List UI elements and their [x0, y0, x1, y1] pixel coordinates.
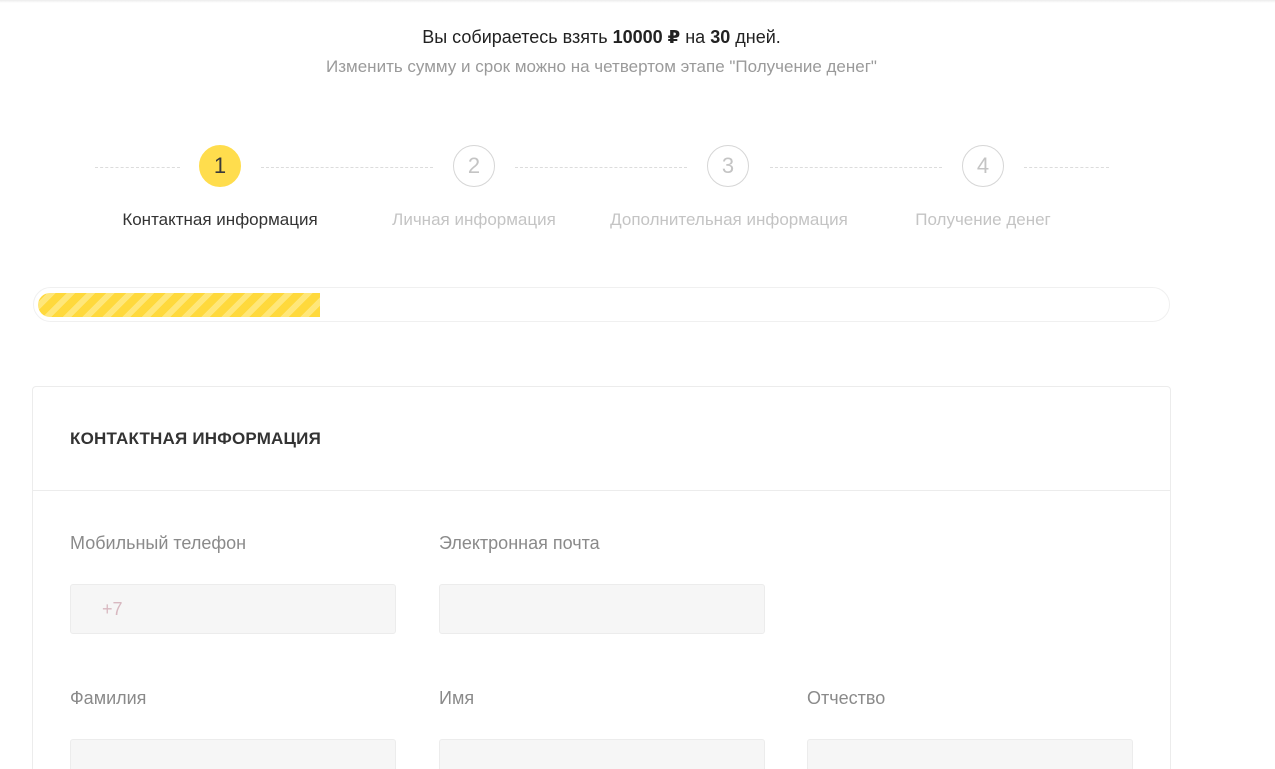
step-1-label: Контактная информация — [122, 210, 318, 229]
step-2-label: Личная информация — [392, 210, 556, 229]
step-4-circle: 4 — [962, 145, 1004, 187]
loan-amount: 10000 ₽ — [612, 27, 681, 47]
last-name-field[interactable] — [70, 739, 396, 769]
step-2-circle: 2 — [453, 145, 495, 187]
stepper-dash — [95, 167, 180, 168]
stepper-dash — [515, 167, 687, 168]
summary-suffix: дней. — [735, 27, 781, 47]
stepper-dash — [770, 167, 942, 168]
page: Вы собираетесь взять 10000 ₽ на 30 дней.… — [0, 0, 1275, 769]
middle-name-field[interactable] — [807, 739, 1133, 769]
first-name-label: Имя — [439, 688, 475, 708]
step-4-label: Получение денег — [915, 210, 1051, 229]
loan-summary: Вы собираетесь взять 10000 ₽ на 30 дней. — [0, 24, 1203, 50]
stepper: 1 2 3 4 Контактная информация Личная инф… — [0, 140, 1275, 250]
stepper-dash — [261, 167, 433, 168]
step-1-circle: 1 — [199, 145, 241, 187]
email-label: Электронная почта — [439, 533, 600, 553]
email-field[interactable] — [439, 584, 765, 634]
middle-name-label: Отчество — [807, 688, 886, 708]
last-name-label: Фамилия — [70, 688, 147, 708]
change-terms-hint: Изменить сумму и срок можно на четвертом… — [326, 57, 877, 76]
phone-label: Мобильный телефон — [70, 533, 247, 553]
progress-bar-fill — [38, 293, 320, 317]
summary-prefix: Вы собираетесь взять — [422, 27, 608, 47]
loan-days: 30 — [710, 27, 731, 47]
top-divider — [0, 0, 1275, 3]
summary-middle: на — [685, 27, 706, 47]
progress-bar — [33, 287, 1170, 322]
first-name-field[interactable] — [439, 739, 765, 769]
step-3-label: Дополнительная информация — [610, 210, 848, 229]
card-header: КОНТАКТНАЯ ИНФОРМАЦИЯ — [33, 387, 1170, 491]
contact-info-card: КОНТАКТНАЯ ИНФОРМАЦИЯ Мобильный телефон … — [32, 386, 1171, 769]
phone-field[interactable] — [70, 584, 396, 634]
step-3-circle: 3 — [707, 145, 749, 187]
section-title: КОНТАКТНАЯ ИНФОРМАЦИЯ — [70, 429, 321, 448]
stepper-dash — [1024, 167, 1109, 168]
